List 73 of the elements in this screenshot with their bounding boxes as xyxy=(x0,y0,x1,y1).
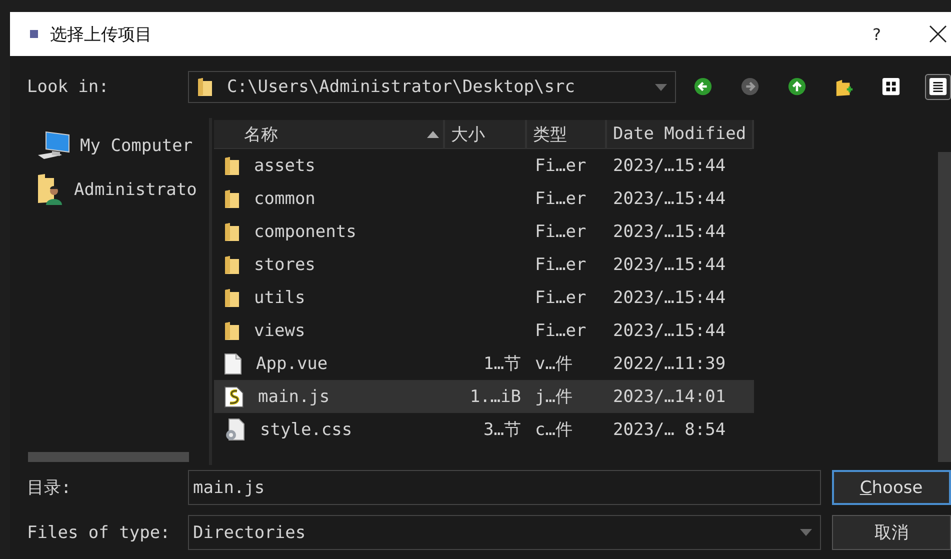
file-row[interactable]: views Fi…er 2023/…15:44 xyxy=(214,314,754,347)
file-size: 1…节 xyxy=(484,353,521,375)
folder-icon xyxy=(224,156,240,176)
file-size: 3…节 xyxy=(484,419,521,441)
file-date: 2023/… 8:54 xyxy=(613,420,726,440)
file-row[interactable]: assets Fi…er 2023/…15:44 xyxy=(214,149,754,182)
window-icon xyxy=(30,30,38,38)
file-date: 2023/…15:44 xyxy=(613,156,726,176)
file-date: 2023/…15:44 xyxy=(613,254,726,274)
cancel-button[interactable]: 取消 xyxy=(832,515,951,550)
file-type: v…件 xyxy=(535,353,572,375)
file-row[interactable]: style.css 3…节 c…件 2023/… 8:54 xyxy=(214,413,754,446)
column-header[interactable]: Date Modified xyxy=(607,120,754,148)
file-row[interactable]: main.js 1.…iB j…件 2023/…14:01 xyxy=(214,380,754,413)
file-date: 2023/…14:01 xyxy=(613,386,726,406)
dropdown-arrow-icon xyxy=(800,529,812,536)
file-row[interactable]: utils Fi…er 2023/…15:44 xyxy=(214,281,754,314)
file-name: views xyxy=(254,320,306,340)
field-label: 目录: xyxy=(27,477,72,499)
file-row[interactable]: components Fi…er 2023/…15:44 xyxy=(214,215,754,248)
file-row[interactable]: App.vue 1…节 v…件 2022/…11:39 xyxy=(214,347,754,380)
file-date: 2023/…15:44 xyxy=(613,188,726,208)
file-date: 2023/…15:44 xyxy=(613,222,726,242)
look-in-label: Look in: xyxy=(27,77,110,97)
file-type: Fi…er xyxy=(535,222,586,242)
file-name: common xyxy=(254,188,316,208)
file-name: style.css xyxy=(260,420,352,440)
window-title: 选择上传项目 xyxy=(50,24,152,46)
field-label: Files of type: xyxy=(27,522,172,542)
file-date: 2023/…15:44 xyxy=(613,320,726,340)
file-type: Fi…er xyxy=(535,156,586,176)
file-type: j…件 xyxy=(535,386,572,408)
file-row[interactable]: stores Fi…er 2023/…15:44 xyxy=(214,248,754,281)
file-type: c…件 xyxy=(535,419,572,441)
dropdown-arrow-icon xyxy=(655,84,667,90)
choose-button[interactable]: Choose xyxy=(832,470,951,505)
look-in-dropdown[interactable]: C:\Users\Administrator\Desktop\src xyxy=(188,71,676,103)
file-date: 2023/…15:44 xyxy=(613,288,726,308)
detail-view-button[interactable] xyxy=(925,74,951,100)
sidebar-item[interactable]: Administrato xyxy=(28,168,209,212)
file-name: components xyxy=(254,222,356,242)
folder-icon xyxy=(224,254,240,274)
file-name: utils xyxy=(254,288,306,308)
scrollbar-thumb[interactable] xyxy=(28,452,189,462)
script-file-icon xyxy=(224,386,244,408)
file-name: App.vue xyxy=(256,354,328,374)
file-type: Fi…er xyxy=(535,188,586,208)
help-button[interactable]: ? xyxy=(866,24,887,44)
file-type: Fi…er xyxy=(535,320,586,340)
column-header[interactable]: 名称 xyxy=(214,120,445,148)
file-name: assets xyxy=(254,156,316,176)
folder-icon xyxy=(224,288,240,308)
column-header[interactable]: 大小 xyxy=(445,120,527,148)
column-header[interactable]: 类型 xyxy=(527,120,607,148)
scrollbar[interactable] xyxy=(938,152,951,462)
file-size: 1.…iB xyxy=(470,386,521,406)
file-icon xyxy=(224,352,242,374)
file-row[interactable]: common Fi…er 2023/…15:44 xyxy=(214,182,754,215)
folder-icon xyxy=(224,222,240,242)
file-type-dropdown[interactable]: Directories xyxy=(188,515,821,550)
folder-icon xyxy=(224,188,240,208)
file-name: stores xyxy=(254,254,316,274)
sidebar-item[interactable]: My Computer xyxy=(28,124,209,168)
gear-file-icon xyxy=(224,418,246,442)
file-name: main.js xyxy=(258,386,330,406)
file-date: 2022/…11:39 xyxy=(613,354,726,374)
file-type: Fi…er xyxy=(535,254,586,274)
file-type: Fi…er xyxy=(535,288,586,308)
file-name-field[interactable]: main.js xyxy=(188,470,821,505)
folder-icon xyxy=(197,77,213,97)
close-icon xyxy=(929,25,947,43)
computer-icon xyxy=(36,130,72,162)
folder-icon xyxy=(224,320,240,340)
